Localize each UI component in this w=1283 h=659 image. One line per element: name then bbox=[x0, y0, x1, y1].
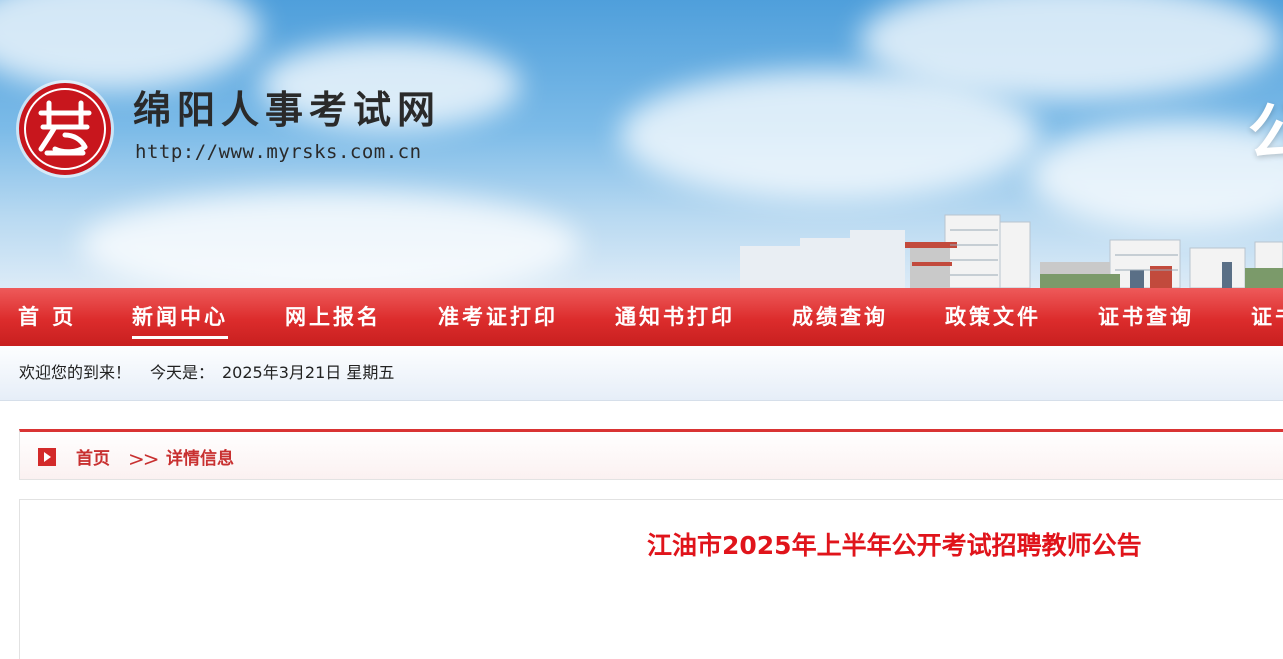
today-date: 2025年3月21日 星期五 bbox=[222, 363, 395, 382]
today-label: 今天是： bbox=[150, 363, 215, 382]
nav-item-home[interactable]: 首 页 bbox=[18, 288, 76, 346]
logo-seal[interactable] bbox=[19, 83, 111, 175]
site-name[interactable]: 绵阳人事考试网 bbox=[133, 88, 441, 132]
breadcrumb-separator: >> bbox=[128, 447, 159, 471]
article-title: 江油市2025年上半年公开考试招聘教师公告 bbox=[647, 531, 1142, 560]
nav-item-policy-docs[interactable]: 政策文件 bbox=[945, 288, 1041, 346]
main-nav: 首 页 新闻中心 网上报名 准考证打印 通知书打印 成绩查询 政策文件 证书查询… bbox=[0, 288, 1283, 346]
nav-item-certificate-more[interactable]: 证书 bbox=[1251, 288, 1283, 346]
nav-item-admission-ticket[interactable]: 准考证打印 bbox=[438, 288, 558, 346]
play-icon bbox=[38, 448, 56, 466]
banner-slogan: 公 bbox=[1248, 96, 1283, 169]
breadcrumb: 首页 >> 详情信息 bbox=[19, 429, 1283, 480]
site-url[interactable]: http://www.myrsks.com.cn bbox=[135, 141, 422, 163]
welcome-bar: 欢迎您的到来！ 今天是： 2025年3月21日 星期五 bbox=[0, 346, 1283, 401]
article-container bbox=[19, 499, 1283, 659]
breadcrumb-current: 详情信息 bbox=[166, 449, 234, 469]
nav-item-online-registration[interactable]: 网上报名 bbox=[285, 288, 381, 346]
logo-icon bbox=[24, 88, 106, 170]
nav-item-score-query[interactable]: 成绩查询 bbox=[792, 288, 888, 346]
nav-item-notice-print[interactable]: 通知书打印 bbox=[615, 288, 735, 346]
nav-item-certificate-query[interactable]: 证书查询 bbox=[1098, 288, 1194, 346]
header-banner: 绵阳人事考试网 http://www.myrsks.com.cn 公 bbox=[0, 0, 1283, 288]
nav-item-news-center[interactable]: 新闻中心 bbox=[132, 288, 228, 346]
welcome-greeting: 欢迎您的到来！ bbox=[19, 363, 132, 382]
breadcrumb-home-link[interactable]: 首页 bbox=[76, 432, 110, 487]
